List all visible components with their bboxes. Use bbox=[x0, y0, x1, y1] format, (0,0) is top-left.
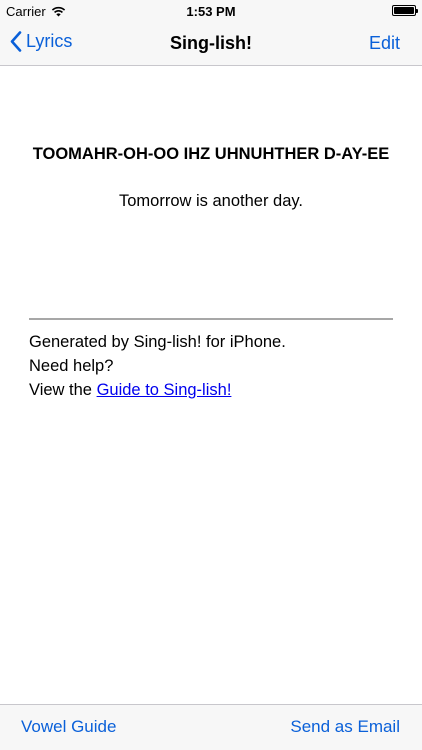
generated-by-text: Generated by Sing-lish! for iPhone. bbox=[29, 333, 286, 351]
divider bbox=[29, 318, 393, 320]
edit-button[interactable]: Edit bbox=[369, 33, 400, 54]
status-bar: Carrier 1:53 PM bbox=[0, 0, 422, 22]
lyric-content: TOOMAHR-OH-OO IHZ UHNUHTHER D-AY-EE Tomo… bbox=[0, 67, 422, 704]
phonetic-lyric: TOOMAHR-OH-OO IHZ UHNUHTHER D-AY-EE bbox=[32, 145, 390, 163]
status-right bbox=[392, 5, 418, 16]
bottom-toolbar: Vowel Guide Send as Email bbox=[0, 704, 422, 750]
need-help-text: Need help? bbox=[29, 357, 114, 375]
original-lyric: Tomorrow is another day. bbox=[118, 192, 304, 210]
vowel-guide-button[interactable]: Vowel Guide bbox=[21, 717, 116, 737]
battery-icon bbox=[392, 5, 418, 16]
send-as-email-button[interactable]: Send as Email bbox=[290, 717, 400, 737]
guide-line: View the Guide to Sing-lish! bbox=[29, 378, 393, 402]
guide-link[interactable]: Guide to Sing-lish! bbox=[97, 381, 232, 399]
screen: Carrier 1:53 PM Lyrics Sing-lish! Edit T… bbox=[0, 0, 422, 750]
status-time: 1:53 PM bbox=[186, 4, 236, 19]
footer-info: Generated by Sing-lish! for iPhone. Need… bbox=[29, 330, 393, 402]
guide-prefix: View the bbox=[29, 381, 97, 399]
page-title: Sing-lish! bbox=[170, 33, 252, 53]
navigation-bar: Lyrics Sing-lish! Edit bbox=[0, 22, 422, 66]
